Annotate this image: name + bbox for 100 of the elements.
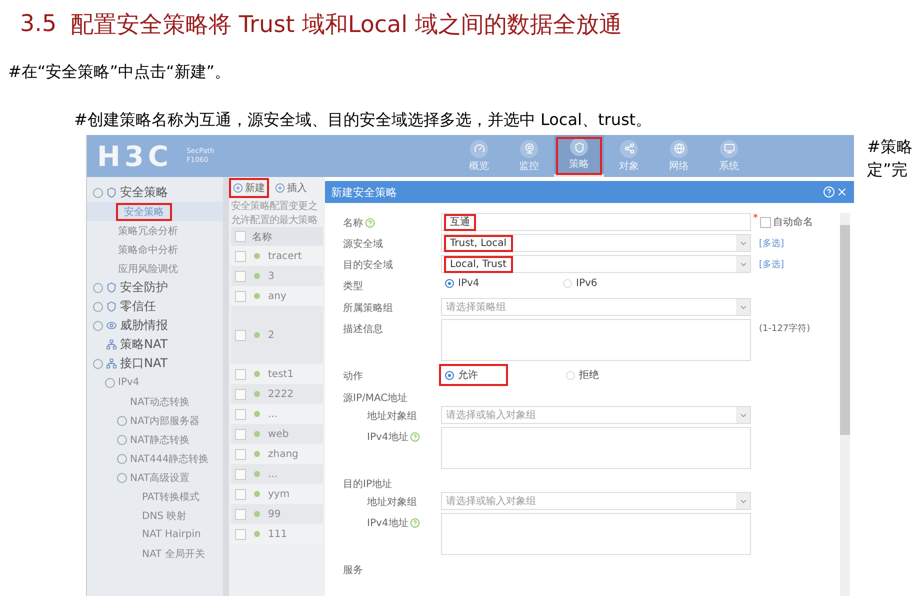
table-row[interactable]: 2 [231,306,323,364]
shield-icon [574,142,584,152]
dropdown-field[interactable]: 请选择或输入对象组 [441,406,751,424]
table-row[interactable]: ... [231,464,323,484]
sidebar-item[interactable]: 零信任 [87,297,223,316]
sidebar-item[interactable]: NAT Hairpin [87,525,223,544]
scrollbar[interactable] [840,213,850,596]
table-row[interactable]: 2222 [231,384,323,404]
status-dot [254,391,260,397]
table-row[interactable]: web [231,424,323,444]
logo: H3C [97,140,172,172]
status-dot [254,511,260,517]
sidebar-item[interactable]: NAT静态转换 [87,430,223,449]
section-label: 源IP/MAC地址 [343,392,409,405]
add-icon [233,183,243,193]
row-checkbox[interactable] [235,508,246,520]
section-label: 服务 [343,564,364,577]
radio-option[interactable]: IPv6 [559,276,677,291]
table-row[interactable]: 3 [231,266,323,286]
row-checkbox[interactable] [235,330,246,340]
field-label: 描述信息 [343,322,384,336]
radio-option[interactable]: 拒绝 [562,366,680,384]
status-dot [254,491,260,497]
help-icon[interactable] [365,218,375,228]
name-field[interactable]: 互通 [441,213,751,231]
shield-icon [106,187,117,198]
multi-select-link[interactable]: [多选] [759,234,784,250]
radio-icon[interactable] [445,279,454,288]
add-icon [275,183,285,193]
field-label: 动作 [343,370,364,383]
row-checkbox[interactable] [235,488,246,500]
dropdown-field[interactable]: Trust, Local [441,234,751,252]
status-dot [254,411,260,417]
nav-tab[interactable]: 系统 [704,135,754,177]
sidebar-item[interactable]: 策略NAT [87,335,223,354]
sidebar-item[interactable]: 策略命中分析 [87,240,223,259]
auto-name-checkbox[interactable]: 自动命名 [760,213,813,229]
info-text: 安全策略配置变更之 [231,200,318,213]
row-checkbox[interactable] [235,368,246,380]
close-icon[interactable] [836,186,848,198]
nav-tab[interactable]: 网络 [654,135,704,177]
sidebar-item[interactable]: 安全策略 [87,202,223,221]
section-heading: 3.5 配置安全策略将 Trust 域和Local 域之间的数据全放通 [20,10,623,40]
toolbar-button[interactable]: 插入 [273,180,309,196]
sidebar-item[interactable]: IPv4 [87,373,223,392]
radio-icon[interactable] [445,370,454,380]
sidebar-item[interactable]: 策略冗余分析 [87,221,223,240]
share-icon [624,143,634,154]
sidebar-item[interactable]: NAT动态转换 [87,392,223,411]
webcam-icon [524,143,534,154]
dialog-title-bar: 新建安全策略 [325,181,854,203]
sidebar-item[interactable]: PAT转换模式 [87,487,223,506]
status-dot [254,371,260,377]
sidebar-item[interactable]: NAT内部服务器 [87,411,223,430]
step-text: #创建策略名称为互通，源安全域、目的安全域选择多选，并选中 Local、trust。 [74,110,653,131]
multi-select-link[interactable]: [多选] [759,255,784,271]
field-label: 名称 [343,213,441,230]
sidebar-item[interactable]: 威胁情报 [87,316,223,335]
scrollbar[interactable] [223,177,229,596]
status-dot [254,273,260,279]
sidebar-item[interactable]: 应用风险调优 [87,259,223,278]
table-row[interactable]: 99 [231,504,323,524]
row-checkbox[interactable] [235,250,246,262]
help-icon[interactable] [410,518,420,528]
nav-tab[interactable]: 策略 [554,135,604,177]
sidebar-item[interactable]: 安全防护 [87,278,223,297]
toolbar-button[interactable]: 新建 [231,180,267,196]
sidebar-item[interactable]: NAT高级设置 [87,468,223,487]
text-area[interactable] [441,513,751,555]
row-checkbox[interactable] [235,528,246,540]
help-icon[interactable] [410,432,420,442]
radio-option[interactable]: IPv4 [441,276,559,291]
field-label: IPv4地址 [343,513,441,530]
row-checkbox[interactable] [235,270,246,282]
nav-tab[interactable]: 概览 [454,135,504,177]
row-checkbox[interactable] [235,428,246,440]
network-icon [106,339,117,350]
row-checkbox[interactable] [235,290,246,302]
step-text: #在“安全策略”中点击“新建”。 [8,62,232,83]
sidebar-item[interactable]: 安全策略 [87,183,223,202]
sidebar-item[interactable]: DNS 映射 [87,506,223,525]
row-checkbox[interactable] [235,448,246,460]
status-dot [254,471,260,477]
row-checkbox[interactable] [235,388,246,400]
text-area[interactable] [441,427,751,469]
sidebar-item[interactable]: NAT444静态转换 [87,449,223,468]
sidebar-item[interactable]: 接口NAT [87,354,223,373]
nav-tab[interactable]: 对象 [604,135,654,177]
expand-icon[interactable] [93,188,103,198]
radio-option[interactable]: 允许 [441,366,506,384]
row-checkbox[interactable] [235,408,246,420]
dropdown-field[interactable]: 请选择策略组 [441,298,751,316]
row-checkbox[interactable] [235,468,246,480]
text-area[interactable] [441,319,751,361]
length-hint: (1-127字符) [759,322,810,335]
sidebar-item[interactable]: NAT 全局开关 [87,544,223,563]
dropdown-field[interactable]: Local, Trust [441,255,751,273]
field-label: IPv4地址 [343,427,441,444]
dropdown-field[interactable]: 请选择或输入对象组 [441,492,751,510]
nav-tab[interactable]: 监控 [504,135,554,177]
